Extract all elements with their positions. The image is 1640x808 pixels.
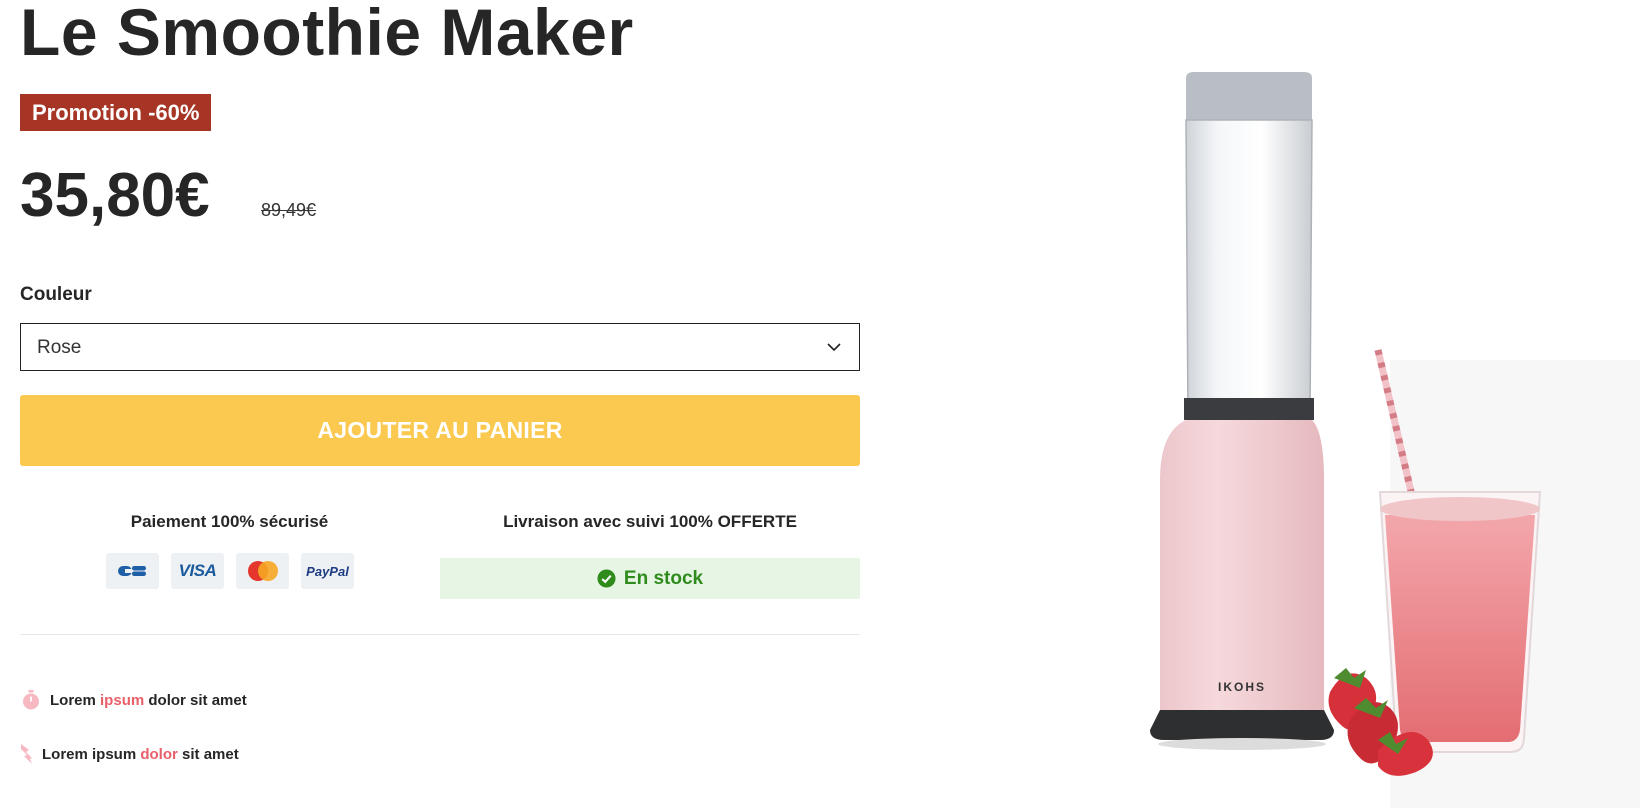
add-to-cart-button[interactable]: AJOUTER AU PANIER	[20, 395, 860, 466]
feature-text-after: sit amet	[182, 745, 239, 763]
check-circle-icon	[597, 569, 616, 588]
visa-icon: VISA	[171, 553, 224, 589]
stopwatch-icon	[20, 689, 42, 711]
paypal-icon: PayPal	[301, 553, 354, 589]
cb-icon	[106, 553, 159, 589]
feature-item: Lorem ipsum dolor sit amet	[20, 743, 239, 765]
product-image: IKOHS	[1150, 72, 1640, 808]
divider	[20, 634, 860, 635]
mastercard-icon	[236, 553, 289, 589]
current-price: 35,80€	[20, 161, 210, 230]
shipping-title: Livraison avec suivi 100% OFFERTE	[503, 512, 797, 531]
feature-text-before: Lorem ipsum	[42, 745, 137, 763]
stock-status-label: En stock	[623, 567, 704, 589]
old-price: 89,49€	[261, 200, 317, 220]
feature-text-highlight: ipsum	[100, 691, 145, 709]
product-title: Le Smoothie Maker	[20, 0, 634, 69]
lightning-icon	[20, 743, 34, 765]
stock-status: En stock	[440, 558, 860, 599]
color-select-value: Rose	[37, 337, 82, 358]
feature-item: Lorem ipsum dolor sit amet	[20, 689, 247, 711]
feature-text-highlight: dolor	[140, 745, 178, 763]
chevron-down-icon	[827, 343, 841, 352]
color-select[interactable]: Rose	[20, 323, 860, 371]
color-label: Couleur	[20, 284, 92, 305]
promo-badge: Promotion -60%	[20, 94, 212, 131]
brand-text: IKOHS	[1218, 680, 1266, 694]
feature-text-before: Lorem	[50, 691, 96, 709]
feature-text-after: dolor sit amet	[148, 691, 247, 709]
payment-title: Paiement 100% sécurisé	[130, 512, 329, 531]
payment-methods: VISA PayPal	[106, 553, 354, 589]
